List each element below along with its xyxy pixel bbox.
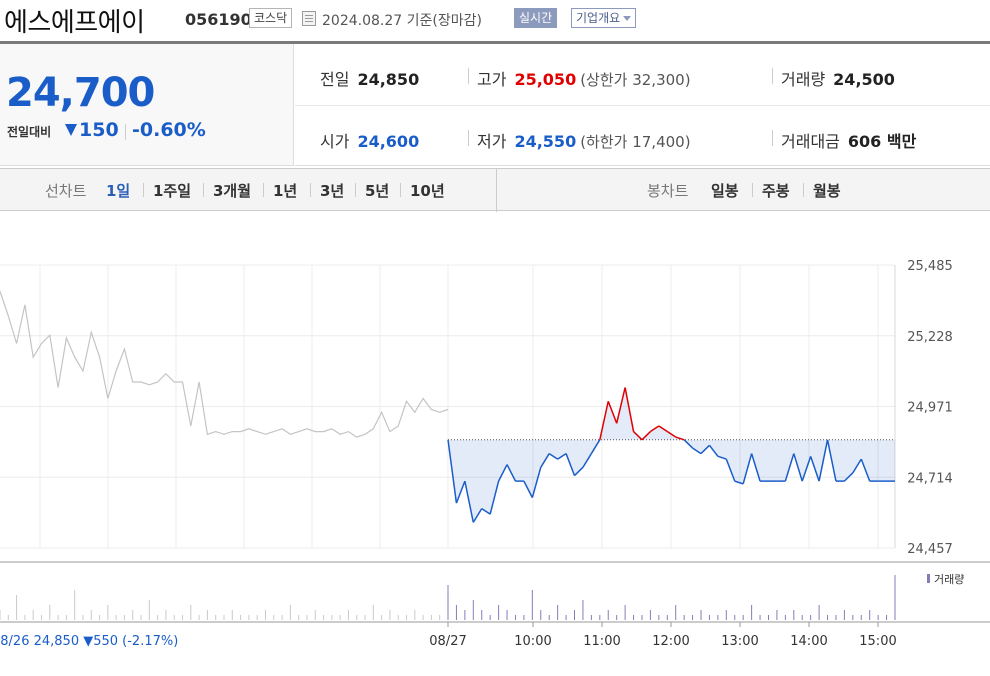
candle-weekly[interactable]: 주봉 — [762, 180, 790, 201]
candle-divider — [803, 183, 804, 197]
prev-day-summary: 08/26 24,850 ▼550 (-2.17%) — [0, 634, 178, 649]
period-1y[interactable]: 1년 — [273, 180, 297, 201]
candle-divider — [752, 183, 753, 197]
stat-prev: 전일 24,850 — [320, 66, 419, 90]
period-3m[interactable]: 3개월 — [213, 180, 251, 201]
period-3y[interactable]: 3년 — [320, 180, 344, 201]
stat-volume-label: 거래량 — [781, 70, 826, 89]
change-divider — [125, 124, 126, 140]
x-tick-label: 11:00 — [583, 634, 620, 649]
stat-amount: 거래대금 606 백만 — [781, 128, 916, 152]
stat-prev-label: 전일 — [320, 70, 350, 89]
company-info-dropdown[interactable]: 기업개요 — [571, 8, 637, 28]
candle-monthly[interactable]: 월봉 — [813, 180, 841, 201]
period-divider — [310, 183, 311, 197]
y-tick-label: 24,714 — [907, 471, 953, 486]
period-10y[interactable]: 10년 — [410, 180, 445, 201]
prev-day-line — [0, 291, 449, 438]
volume-legend-label: 거래량 — [934, 573, 964, 586]
period-1d[interactable]: 1일 — [106, 180, 130, 201]
toolbar-divider — [496, 169, 497, 212]
y-tick-label: 24,457 — [907, 542, 953, 557]
stat-divider — [468, 130, 469, 146]
stats-row-divider — [295, 105, 990, 106]
base-date: 2024.08.27 기준(장마감) — [322, 13, 482, 29]
x-tick-label: 10:00 — [514, 634, 551, 649]
intraday-chart: 25,485 25,228 24,971 24,714 24,457 거래량 08/27 10… — [0, 259, 990, 649]
calendar-icon — [302, 11, 316, 26]
stat-open-label: 시가 — [320, 132, 350, 151]
stat-prev-value: 24,850 — [357, 70, 420, 89]
x-tick-label: 15:00 — [859, 634, 896, 649]
stat-amount-label: 거래대금 — [781, 132, 840, 151]
stat-divider — [468, 68, 469, 84]
chevron-down-icon — [623, 16, 632, 21]
x-tick-label: 12:00 — [652, 634, 689, 649]
stat-low-value: 24,550 — [514, 132, 577, 151]
chart-toolbar: 선차트 1일 1주일 3개월 1년 3년 5년 10년 봉차트 일봉 주봉 월봉 — [0, 168, 990, 212]
stat-divider — [772, 130, 773, 146]
change-label: 전일대비 — [7, 125, 52, 139]
stat-low: 저가 24,550 (하한가 17,400) — [477, 128, 691, 152]
current-price: 24,700 — [6, 70, 155, 116]
y-tick-label: 25,228 — [907, 330, 953, 345]
period-divider — [143, 183, 144, 197]
stat-lower-limit: (하한가 17,400) — [580, 133, 691, 151]
stat-open-value: 24,600 — [357, 132, 420, 151]
price-change: 150 — [79, 119, 119, 141]
x-tick-label: 14:00 — [790, 634, 827, 649]
y-tick-label: 24,971 — [907, 401, 953, 416]
period-1w[interactable]: 1주일 — [153, 180, 191, 201]
stat-open: 시가 24,600 — [320, 128, 419, 152]
stat-divider — [772, 68, 773, 84]
stock-header: 에스에프에이 056190 코스닥 2024.08.27 기준(장마감) 실시간… — [0, 0, 990, 42]
period-divider — [203, 183, 204, 197]
price-change-percent: -0.60% — [132, 119, 206, 141]
stat-upper-limit: (상한가 32,300) — [580, 71, 691, 89]
stat-volume: 거래량 24,500 — [781, 66, 895, 90]
company-info-label: 기업개요 — [576, 11, 621, 25]
price-stats: 전일 24,850 고가 25,050 (상한가 32,300) 거래량 24,500 … — [295, 44, 990, 166]
stat-high: 고가 25,050 (상한가 32,300) — [477, 66, 691, 90]
down-arrow-icon — [65, 124, 77, 136]
period-divider — [400, 183, 401, 197]
candle-daily[interactable]: 일봉 — [711, 180, 739, 201]
stat-high-value: 25,050 — [514, 70, 577, 89]
period-5y[interactable]: 5년 — [365, 180, 389, 201]
stat-amount-value: 606 백만 — [847, 132, 917, 151]
period-divider — [355, 183, 356, 197]
stat-high-label: 고가 — [477, 70, 507, 89]
realtime-button[interactable]: 실시간 — [514, 8, 558, 28]
stat-volume-value: 24,500 — [833, 70, 895, 89]
period-divider — [263, 183, 264, 197]
stat-low-label: 저가 — [477, 132, 507, 151]
x-tick-label: 13:00 — [721, 634, 758, 649]
market-badge: 코스닥 — [249, 8, 293, 28]
stock-code: 056190 — [185, 10, 252, 29]
stock-name: 에스에프에이 — [4, 8, 145, 38]
volume-legend-swatch — [927, 574, 930, 583]
price-summary: 24,700 전일대비 150 -0.60% — [0, 44, 294, 166]
line-chart-title: 선차트 — [45, 182, 87, 200]
x-tick-label: 08/27 — [429, 634, 466, 649]
candle-chart-title: 봉차트 — [647, 182, 689, 200]
y-tick-label: 25,485 — [907, 259, 953, 274]
